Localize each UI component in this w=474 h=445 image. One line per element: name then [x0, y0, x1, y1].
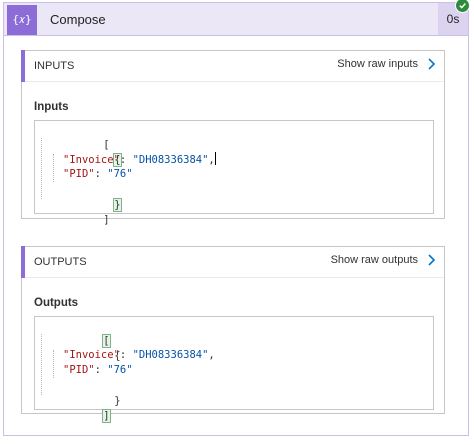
inputs-heading: INPUTS [34, 60, 75, 72]
chevron-right-icon [428, 58, 436, 70]
json-colon: : [94, 364, 108, 376]
show-raw-outputs-label: Show raw outputs [330, 254, 418, 266]
json-colon: : [119, 154, 133, 166]
json-close-array: ] [103, 213, 110, 226]
outputs-heading: OUTPUTS [34, 256, 87, 268]
outputs-section: OUTPUTS Show raw outputs Outputs [ {"In… [21, 246, 445, 423]
outputs-section-header: OUTPUTS Show raw outputs [21, 246, 444, 278]
json-value-pid: "76" [107, 168, 133, 180]
action-details-panel: INPUTS Show raw inputs Inputs [ { "Invoi… [3, 36, 469, 436]
chevron-right-icon [428, 254, 436, 266]
check-glyph [459, 3, 466, 9]
inputs-section-header: INPUTS Show raw inputs [21, 50, 444, 82]
inputs-section: INPUTS Show raw inputs Inputs [ { "Invoi… [21, 50, 445, 226]
show-raw-outputs-link[interactable]: Show raw outputs [331, 253, 436, 267]
duration-text: 0s [446, 12, 460, 26]
show-raw-inputs-link[interactable]: Show raw inputs [337, 57, 436, 71]
json-line: ] [40, 197, 110, 244]
json-colon: : [94, 168, 108, 180]
json-key-pid: "PID" [63, 364, 95, 376]
json-line: "PID": "76" [63, 167, 133, 183]
inputs-field-label: Inputs [34, 101, 69, 113]
action-header[interactable]: {𝑥} Compose 0s [3, 0, 470, 36]
compose-icon-glyph: {𝑥} [12, 13, 32, 26]
json-line: "Invoice": "DH08336384", [63, 348, 215, 364]
action-title: Compose [50, 12, 106, 27]
json-key-invoice: "Invoice" [63, 154, 120, 166]
json-value-invoice: "DH08336384" [132, 349, 209, 361]
compose-action-card: {𝑥} Compose 0s INPUTS Show raw inputs In… [0, 0, 474, 445]
json-value-invoice: "DH08336384" [132, 154, 209, 166]
outputs-field-label: Outputs [34, 297, 79, 309]
json-close-object: } [114, 394, 121, 407]
json-colon: : [119, 349, 133, 361]
inputs-json-viewer[interactable]: [ { "Invoice": "DH08336384", "PID": "76"… [34, 120, 434, 226]
json-key-invoice: "Invoice" [63, 349, 120, 361]
text-cursor [214, 152, 216, 165]
show-raw-inputs-label: Show raw inputs [337, 58, 418, 70]
outputs-json-viewer[interactable]: [ { "Invoice": "DH08336384", "PID": "76"… [34, 316, 434, 423]
json-value-pid: "76" [107, 364, 133, 376]
json-key-pid: "PID" [63, 168, 95, 180]
compose-variable-icon: {𝑥} [7, 5, 37, 35]
json-line: "PID": "76" [63, 363, 133, 379]
json-comma: , [208, 349, 215, 361]
json-close-object: } [113, 197, 122, 212]
json-line: ] [40, 393, 111, 440]
json-close-array: ] [102, 408, 111, 423]
